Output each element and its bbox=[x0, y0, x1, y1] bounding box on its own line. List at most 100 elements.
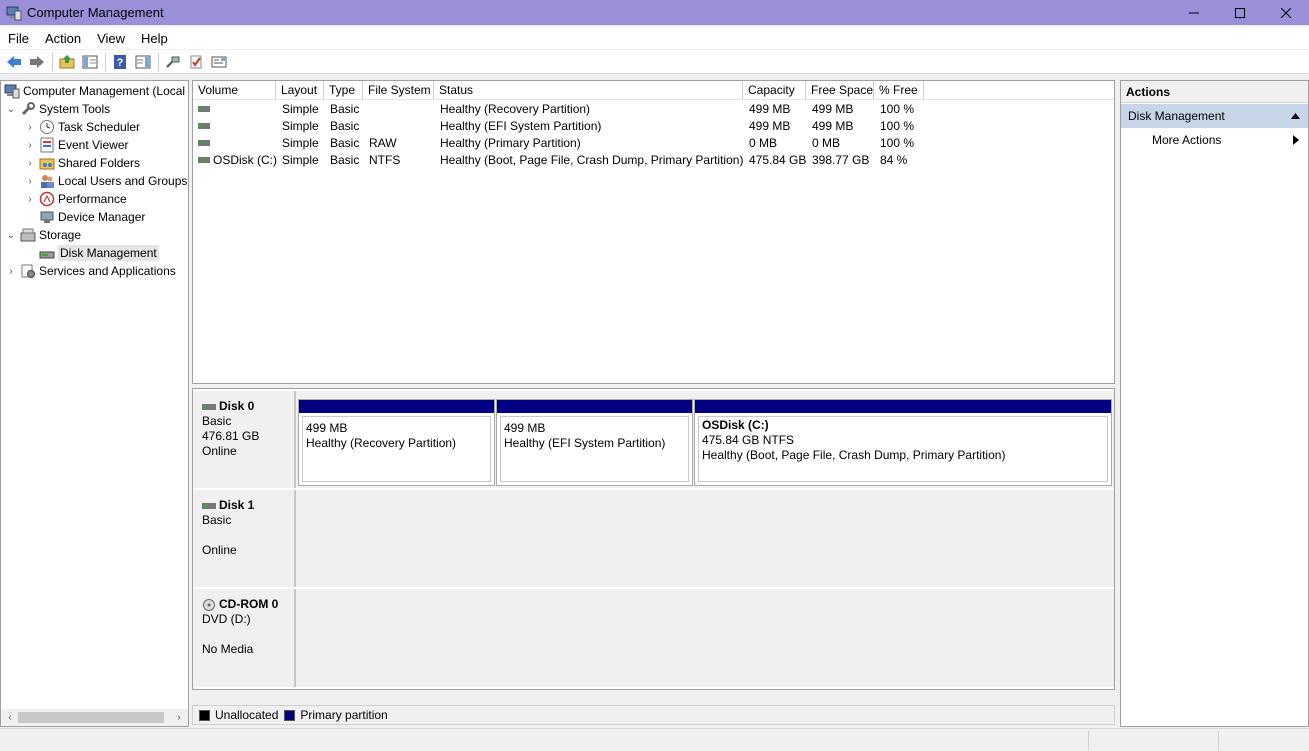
submenu-arrow-icon bbox=[1293, 135, 1299, 145]
properties-button[interactable] bbox=[208, 51, 230, 73]
cell-layout: Simple bbox=[282, 102, 319, 116]
close-button[interactable] bbox=[1263, 0, 1309, 25]
primary-partition-bar bbox=[695, 400, 1111, 413]
partition-status: Healthy (EFI System Partition) bbox=[504, 436, 666, 450]
up-one-level-button[interactable] bbox=[56, 51, 78, 73]
legend-primary-partition: Primary partition bbox=[300, 708, 388, 722]
cell-percent-free: 100 % bbox=[880, 136, 915, 150]
toolbar-separator bbox=[105, 52, 106, 71]
column-header-file-system[interactable]: File System bbox=[363, 81, 434, 100]
disk-1-area bbox=[298, 490, 1114, 587]
show-hide-tree-button[interactable] bbox=[79, 51, 101, 73]
disk-label-cdrom-0[interactable]: CD-ROM 0 DVD (D:) No Media bbox=[193, 589, 296, 687]
minimize-button[interactable] bbox=[1171, 0, 1217, 25]
table-row[interactable]: Simple Basic Healthy (Recovery Partition… bbox=[193, 101, 1114, 118]
cell-type: Basic bbox=[330, 153, 360, 167]
disk-type: Basic bbox=[202, 414, 232, 428]
tree-item-performance[interactable]: › Performance bbox=[24, 190, 127, 208]
tree-item-system-tools[interactable]: ⌄ System Tools bbox=[5, 100, 110, 118]
partition-recovery[interactable]: 499 MB Healthy (Recovery Partition) bbox=[298, 399, 495, 486]
chevron-right-icon[interactable]: › bbox=[24, 175, 36, 187]
scroll-right-icon[interactable]: › bbox=[172, 710, 186, 724]
table-row[interactable]: Simple Basic RAW Healthy (Primary Partit… bbox=[193, 135, 1114, 152]
menu-help[interactable]: Help bbox=[133, 31, 176, 46]
connect-button[interactable] bbox=[162, 51, 184, 73]
actions-group-label: Disk Management bbox=[1128, 109, 1225, 123]
column-header-layout[interactable]: Layout bbox=[276, 81, 324, 100]
menu-action[interactable]: Action bbox=[37, 31, 89, 46]
storage-icon bbox=[20, 228, 36, 242]
cell-free-space: 398.77 GB bbox=[812, 153, 870, 167]
column-header-capacity[interactable]: Capacity bbox=[743, 81, 806, 100]
chevron-down-icon[interactable]: ⌄ bbox=[5, 229, 17, 241]
disk-icon bbox=[202, 403, 216, 410]
tree-item-label: Device Manager bbox=[58, 210, 146, 224]
tree-item-local-users-and-groups[interactable]: › Local Users and Groups bbox=[24, 172, 187, 190]
column-header-volume[interactable]: Volume bbox=[193, 81, 276, 100]
primary-partition-bar bbox=[299, 400, 494, 413]
tree-item-event-viewer[interactable]: › Event Viewer bbox=[24, 136, 128, 154]
disk-name: Disk 0 bbox=[219, 399, 255, 413]
column-header-percent-free[interactable]: % Free bbox=[874, 81, 924, 100]
menu-bar: File Action View Help bbox=[0, 27, 1309, 49]
scroll-left-icon[interactable]: ‹ bbox=[3, 710, 17, 724]
tree-item-computer-management[interactable]: Computer Management (Local bbox=[1, 82, 185, 100]
partition-osdisk[interactable]: OSDisk (C:) 475.84 GB NTFS Healthy (Boot… bbox=[694, 399, 1112, 486]
collapse-up-icon[interactable] bbox=[1291, 113, 1300, 119]
column-header-free-space[interactable]: Free Space bbox=[806, 81, 874, 100]
system-tools-icon bbox=[21, 102, 35, 116]
actions-pane: Actions Disk Management More Actions bbox=[1120, 80, 1309, 727]
tree-item-shared-folders[interactable]: › Shared Folders bbox=[24, 154, 140, 172]
disk-label-disk-0[interactable]: Disk 0 Basic 476.81 GB Online bbox=[193, 391, 296, 488]
tree-item-label: Shared Folders bbox=[58, 156, 141, 170]
tree-item-storage[interactable]: ⌄ Storage bbox=[5, 226, 81, 244]
toolbar-separator bbox=[52, 52, 53, 71]
tree-item-task-scheduler[interactable]: › Task Scheduler bbox=[24, 118, 140, 136]
tree-horizontal-scrollbar[interactable]: ‹ › bbox=[1, 709, 188, 726]
menu-file[interactable]: File bbox=[0, 31, 37, 46]
volume-list-header: Volume Layout Type File System Status Ca… bbox=[193, 81, 1114, 100]
forward-button[interactable] bbox=[26, 51, 48, 73]
tree-item-services-and-applications[interactable]: › Services and Applications bbox=[5, 262, 176, 280]
tree-item-disk-management[interactable]: Disk Management bbox=[24, 244, 159, 262]
chevron-right-icon[interactable]: › bbox=[24, 121, 36, 133]
chevron-right-icon[interactable]: › bbox=[24, 157, 36, 169]
tree-item-device-manager[interactable]: Device Manager bbox=[24, 208, 145, 226]
column-header-type[interactable]: Type bbox=[324, 81, 363, 100]
cell-layout: Simple bbox=[282, 136, 319, 150]
partition-efi-system[interactable]: 499 MB Healthy (EFI System Partition) bbox=[496, 399, 693, 486]
disk-size bbox=[202, 528, 294, 543]
actions-group-disk-management[interactable]: Disk Management bbox=[1121, 104, 1308, 128]
chevron-right-icon[interactable]: › bbox=[5, 265, 17, 277]
cell-free-space: 0 MB bbox=[812, 136, 841, 150]
volume-icon bbox=[198, 140, 210, 146]
cell-percent-free: 84 % bbox=[880, 153, 908, 167]
show-hide-action-pane-button[interactable] bbox=[132, 51, 154, 73]
disk-graphical-view: Disk 0 Basic 476.81 GB Online 499 MB Hea… bbox=[192, 388, 1115, 690]
table-row[interactable]: Simple Basic Healthy (EFI System Partiti… bbox=[193, 118, 1114, 135]
cell-type: Basic bbox=[330, 102, 360, 116]
disk-name: Disk 1 bbox=[219, 498, 255, 512]
disk-state: Online bbox=[202, 444, 237, 458]
scrollbar-thumb[interactable] bbox=[18, 712, 164, 723]
chevron-right-icon[interactable]: › bbox=[24, 139, 36, 151]
menu-view[interactable]: View bbox=[89, 31, 133, 46]
volume-icon bbox=[198, 106, 210, 112]
column-header-status[interactable]: Status bbox=[434, 81, 743, 100]
tree-item-label: Storage bbox=[39, 228, 82, 242]
disk-state: Online bbox=[202, 543, 237, 557]
cell-type: Basic bbox=[330, 119, 360, 133]
table-row[interactable]: OSDisk (C:) Simple Basic NTFS Healthy (B… bbox=[193, 152, 1114, 169]
maximize-button[interactable] bbox=[1217, 0, 1263, 25]
cell-layout: Simple bbox=[282, 119, 319, 133]
cell-file-system: NTFS bbox=[369, 153, 401, 167]
chevron-down-icon[interactable]: ⌄ bbox=[5, 103, 17, 115]
back-button[interactable] bbox=[3, 51, 25, 73]
cell-status: Healthy (Boot, Page File, Crash Dump, Pr… bbox=[440, 153, 744, 167]
disk-label-disk-1[interactable]: Disk 1 Basic Online bbox=[193, 490, 296, 587]
check-button[interactable] bbox=[185, 51, 207, 73]
connect-icon bbox=[166, 56, 180, 68]
chevron-right-icon[interactable]: › bbox=[24, 193, 36, 205]
help-button[interactable]: ? bbox=[109, 51, 131, 73]
action-more-actions[interactable]: More Actions bbox=[1121, 131, 1308, 149]
